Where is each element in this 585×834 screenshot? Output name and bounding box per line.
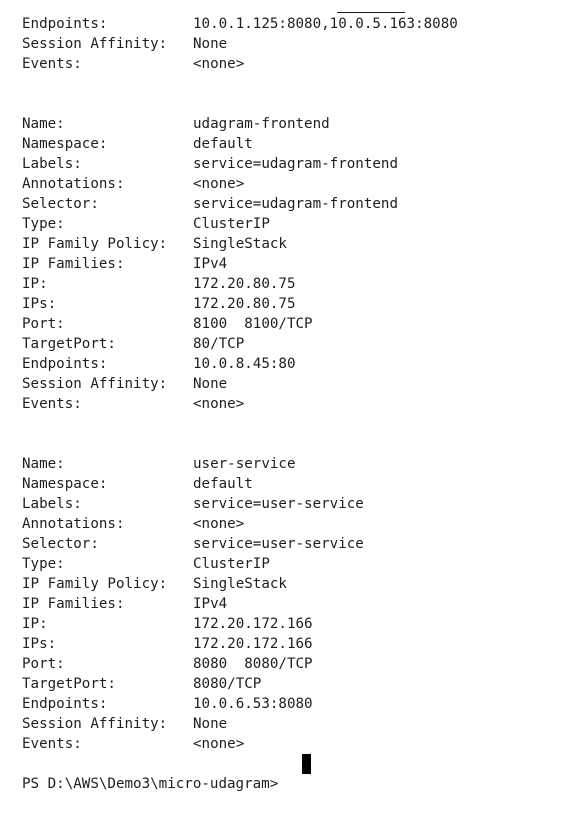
field-value: None [193,376,228,392]
field-value: default [193,136,253,152]
field-key: Annotations: [22,516,125,532]
field-key: Selector: [22,196,99,212]
field-value: ClusterIP [193,216,270,232]
field-key: IP Families: [22,596,125,612]
field-key: Namespace: [22,136,108,152]
field-key: Type: [22,556,65,572]
field-key: Labels: [22,496,82,512]
field-value: 80/TCP [193,336,245,352]
field-key: Name: [22,116,65,132]
field-key: Events: [22,736,82,752]
field-key: Events: [22,396,82,412]
field-value: 172.20.172.166 [193,636,313,652]
field-value: <none> [193,736,245,752]
field-value: 8080/TCP [193,676,262,692]
field-key: IP Families: [22,256,125,272]
field-key: Endpoints: [22,16,108,32]
field-value: service=user-service [193,496,364,512]
field-value: 8100 8100/TCP [193,316,313,332]
text-cursor [302,754,311,774]
field-key: IPs: [22,296,57,312]
field-key: Selector: [22,536,99,552]
field-key: IP Family Policy: [22,236,168,252]
prompt-line[interactable]: PS D:\AWS\Demo3\micro-udagram> [22,754,311,792]
field-key: TargetPort: [22,336,116,352]
field-key: Session Affinity: [22,376,168,392]
field-key: IP: [22,616,48,632]
field-value: 10.0.1.125:8080,10.0.5.163:8080 [193,16,458,32]
field-key: Name: [22,456,65,472]
field-key: Namespace: [22,476,108,492]
field-value: 8080 8080/TCP [193,656,313,672]
field-value: SingleStack [193,576,287,592]
field-value: 172.20.80.75 [193,276,296,292]
selection-underline [337,12,405,13]
field-value: IPv4 [193,256,228,272]
field-value: default [193,476,253,492]
field-key: Session Affinity: [22,716,168,732]
field-key: Port: [22,316,65,332]
field-key: Endpoints: [22,356,108,372]
field-value: <none> [193,176,245,192]
field-key: Labels: [22,156,82,172]
field-key: Events: [22,56,82,72]
field-value: 172.20.80.75 [193,296,296,312]
field-value: service=udagram-frontend [193,196,398,212]
field-key: Endpoints: [22,696,108,712]
field-key: Port: [22,656,65,672]
field-value: ClusterIP [193,556,270,572]
field-value: IPv4 [193,596,228,612]
field-value: <none> [193,516,245,532]
field-key: IPs: [22,636,57,652]
field-value: None [193,716,228,732]
field-value: <none> [193,396,245,412]
terminal-output[interactable]: Endpoints: 10.0.1.125:8080,10.0.5.163:808… [0,0,585,792]
field-value: 10.0.6.53:8080 [193,696,313,712]
field-value: service=udagram-frontend [193,156,398,172]
field-value: 172.20.172.166 [193,616,313,632]
field-key: Annotations: [22,176,125,192]
field-value: None [193,36,228,52]
prompt-text: PS D:\AWS\Demo3\micro-udagram> [22,776,279,792]
field-key: Type: [22,216,65,232]
field-value: service=user-service [193,536,364,552]
field-value: udagram-frontend [193,116,330,132]
field-value: SingleStack [193,236,287,252]
field-value: 10.0.8.45:80 [193,356,296,372]
field-value: <none> [193,56,245,72]
field-key: Session Affinity: [22,36,168,52]
field-key: IP: [22,276,48,292]
field-value: user-service [193,456,296,472]
field-key: IP Family Policy: [22,576,168,592]
field-key: TargetPort: [22,676,116,692]
